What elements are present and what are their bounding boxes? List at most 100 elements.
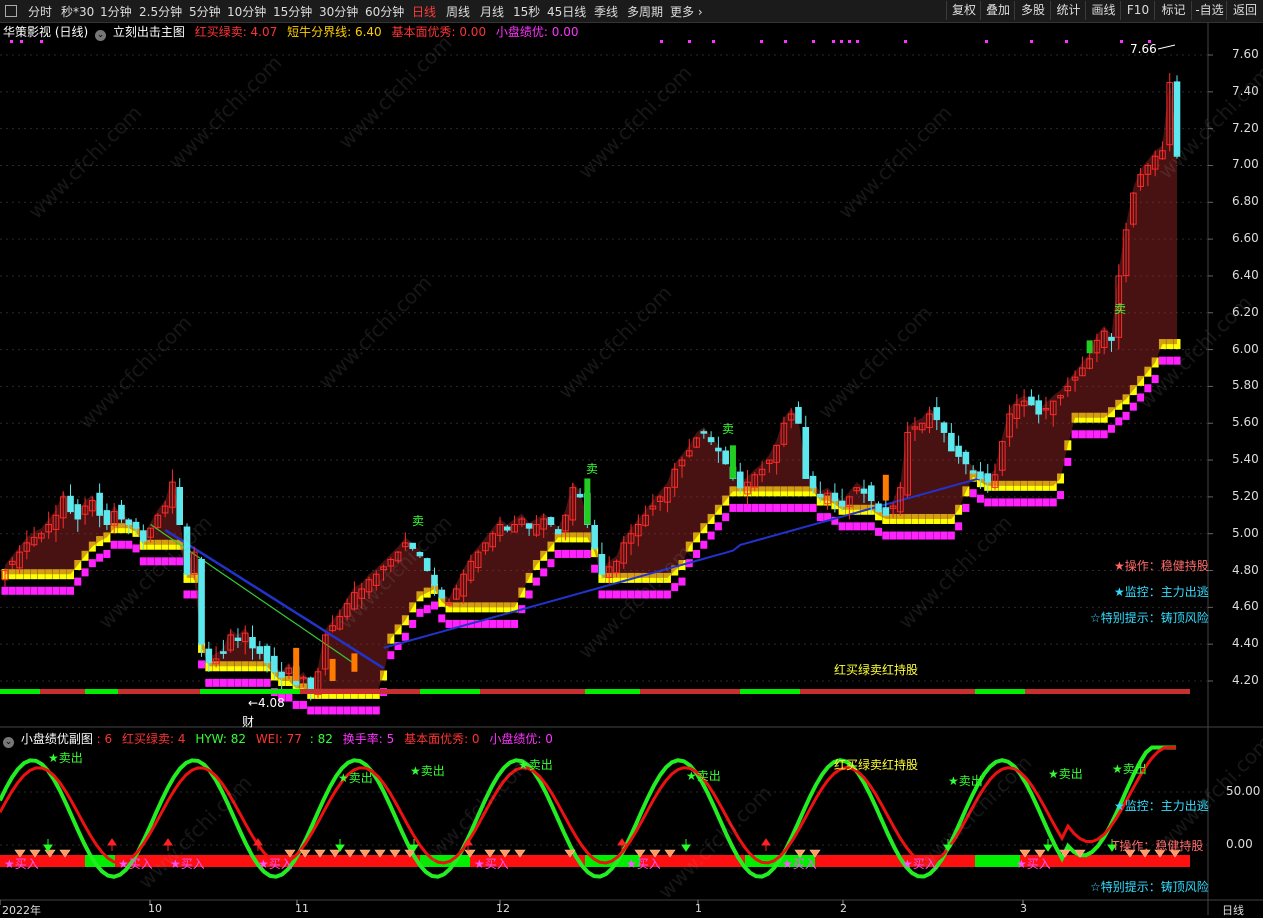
support-magenta-step: [489, 619, 497, 628]
low-price-label: ←4.08: [248, 696, 285, 710]
sell-tag: ★卖出: [1112, 762, 1147, 776]
main-signal-bar: [118, 689, 200, 694]
candle-body: [438, 589, 446, 599]
signal-candle-green: [584, 478, 591, 525]
support-magenta-step: [503, 619, 511, 628]
price-axis-label: 5.80: [1232, 378, 1259, 393]
signal-candle-green: [729, 445, 736, 479]
sub-signal-bar: [815, 855, 975, 867]
sub-special-note: ☆特别提示：铸顶风险: [1090, 880, 1209, 894]
signal-candle-green: [1086, 340, 1093, 354]
top-signal-dot: [10, 40, 13, 43]
main-signal-bar: [800, 689, 975, 694]
support-magenta-step: [554, 549, 562, 558]
support-magenta-step: [67, 586, 75, 595]
price-axis-label: 7.00: [1232, 157, 1259, 172]
support-magenta-step: [37, 586, 45, 595]
support-magenta-step: [416, 608, 424, 617]
support-magenta-step: [700, 540, 708, 549]
candle-body: [1108, 336, 1115, 341]
support-magenta-step: [88, 559, 96, 568]
candle-body: [278, 671, 285, 678]
support-magenta-step: [409, 619, 417, 628]
price-axis-label: 4.60: [1232, 599, 1259, 614]
time-axis-label: 2: [840, 902, 847, 915]
support-magenta-step: [212, 678, 220, 687]
support-magenta-step: [234, 678, 242, 687]
support-magenta-step: [343, 706, 351, 715]
price-axis-label: 6.60: [1232, 231, 1259, 246]
support-magenta-step: [438, 614, 446, 623]
top-signal-dot: [40, 40, 43, 43]
high-price-arrow: [1157, 44, 1176, 50]
support-magenta-step: [845, 522, 853, 531]
candle-body: [423, 558, 431, 572]
support-magenta-step: [350, 706, 358, 715]
support-magenta-step: [729, 503, 737, 512]
sub-center-note: 红买绿卖红持股: [834, 758, 919, 772]
support-magenta-step: [1049, 498, 1057, 507]
candle-body: [860, 488, 868, 494]
candle-body: [795, 406, 802, 424]
top-signal-dot: [660, 40, 663, 43]
candle-body: [1035, 400, 1042, 415]
support-magenta-step: [991, 498, 999, 507]
support-magenta-step: [918, 531, 926, 540]
buy-tag: ★买入: [1016, 857, 1051, 871]
support-magenta-step: [612, 590, 620, 599]
buy-tag: ★买入: [258, 857, 293, 871]
support-magenta-step: [329, 706, 337, 715]
candle-body: [948, 432, 955, 452]
candle-body: [591, 525, 598, 549]
main-center-note: 红买绿卖红持股: [834, 663, 919, 677]
support-magenta-step: [401, 632, 409, 641]
candle-body: [132, 521, 140, 529]
support-magenta-step: [1129, 402, 1137, 411]
sell-tag: ★卖出: [48, 751, 83, 765]
main-signal-bar: [975, 689, 1025, 694]
candle-body: [234, 637, 242, 641]
support-magenta-step: [955, 522, 963, 531]
candle-body: [547, 517, 555, 525]
support-magenta-step: [765, 503, 773, 512]
candle-body: [198, 558, 205, 645]
price-axis-label: 5.20: [1232, 488, 1259, 503]
support-magenta-step: [96, 553, 104, 562]
support-magenta-step: [925, 531, 933, 540]
support-magenta-step: [714, 522, 722, 531]
top-signal-dot: [985, 40, 988, 43]
support-magenta-step: [205, 678, 213, 687]
support-magenta-step: [998, 498, 1006, 507]
sell-tag: ★卖出: [1048, 767, 1083, 781]
main-signal-bar: [420, 689, 480, 694]
main-signal-bar: [200, 689, 300, 694]
support-magenta-step: [1, 586, 9, 595]
price-axis-label: 4.20: [1232, 673, 1259, 687]
candle-body: [700, 431, 708, 434]
candle-body: [140, 530, 147, 542]
support-magenta-step: [445, 619, 453, 628]
candle-body: [67, 495, 74, 513]
candle-body: [817, 493, 824, 498]
buy-tag: ★买入: [4, 857, 39, 871]
support-magenta-step: [1027, 498, 1035, 507]
support-magenta-step: [219, 678, 227, 687]
candle-body: [307, 677, 315, 691]
support-magenta-step: [249, 678, 257, 687]
price-axis-label: 7.20: [1232, 120, 1259, 135]
support-magenta-step: [875, 527, 883, 536]
candle-body: [249, 637, 256, 649]
support-magenta-step: [583, 549, 591, 558]
support-magenta-step: [758, 503, 766, 512]
top-signal-dot: [848, 40, 851, 43]
candle-body: [722, 450, 729, 465]
cai-marker: 财: [242, 715, 255, 729]
candle-body: [882, 507, 890, 516]
main-signal-bar: [1025, 689, 1190, 694]
support-magenta-step: [387, 651, 395, 660]
sell-tag: ★卖出: [686, 769, 721, 783]
support-magenta-step: [1078, 430, 1086, 439]
candle-body: [576, 493, 584, 498]
support-magenta-step: [30, 586, 38, 595]
top-signal-dot: [712, 40, 715, 43]
